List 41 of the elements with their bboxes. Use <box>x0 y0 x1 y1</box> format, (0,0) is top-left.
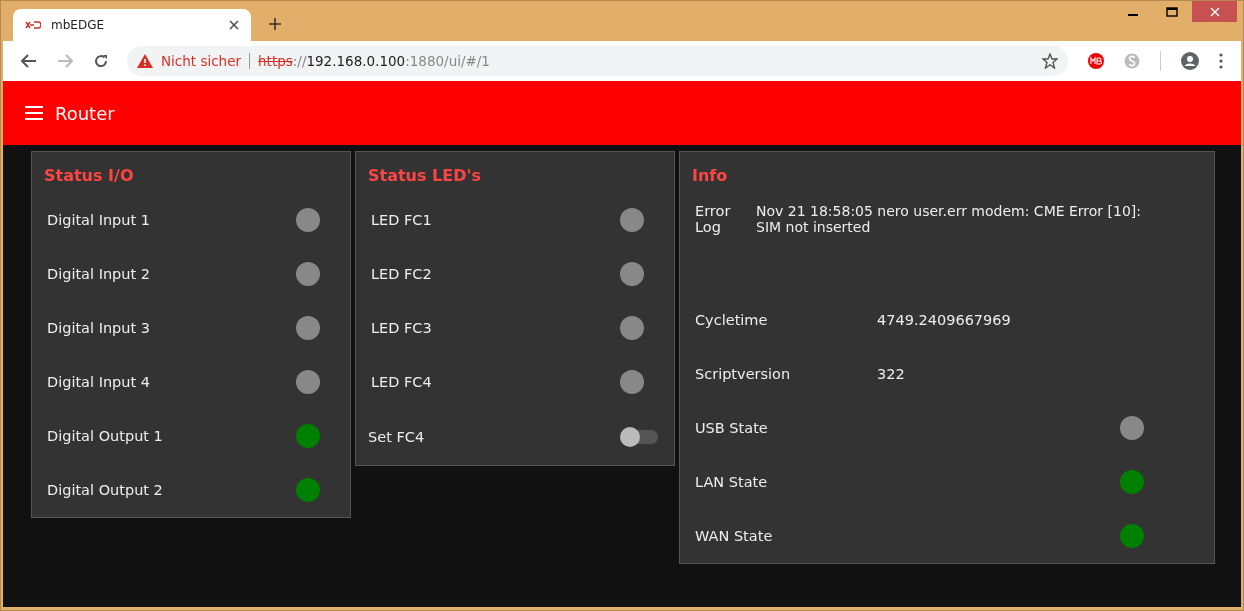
row-label: Cycletime <box>695 312 769 328</box>
close-icon <box>1209 6 1220 17</box>
row-label: Error Log <box>695 203 732 235</box>
card-title: Info <box>691 165 729 187</box>
row-label: LED FC4 <box>371 374 432 390</box>
row-label: LAN State <box>695 474 768 490</box>
card-title: Status LED's <box>367 165 482 187</box>
star-icon[interactable] <box>1042 53 1058 69</box>
card-title: Status I/O <box>43 165 135 187</box>
row-label: Scriptversion <box>695 366 792 382</box>
header-title: Router <box>55 102 115 124</box>
row-label: LED FC1 <box>371 212 432 228</box>
maximize-icon[interactable] <box>1166 7 1178 17</box>
row-label: LED FC3 <box>371 320 432 336</box>
warning-icon <box>137 54 153 68</box>
new-tab-icon[interactable] <box>269 18 281 30</box>
back-icon[interactable] <box>21 54 37 68</box>
row-label: Digital Input 4 <box>47 374 150 390</box>
extension-icon[interactable] <box>1088 53 1104 69</box>
more-menu-icon[interactable] <box>1219 53 1223 69</box>
row-label: Digital Input 2 <box>47 266 150 282</box>
tab-title: mbEDGE <box>51 18 105 32</box>
row-label: LED FC2 <box>371 266 432 282</box>
row-label: Digital Output 1 <box>47 428 163 444</box>
row-label: Set FC4 <box>368 429 425 445</box>
row-label: WAN State <box>695 528 773 544</box>
toggle-switch[interactable] <box>622 430 658 444</box>
row-value: 4749.2409667969 <box>877 312 1011 328</box>
row-label: Digital Output 2 <box>47 482 163 498</box>
browser-tab[interactable]: mbEDGE <box>13 9 251 41</box>
row-label: Digital Input 1 <box>47 212 150 228</box>
reload-icon[interactable] <box>93 53 109 69</box>
row-label: USB State <box>695 420 768 436</box>
row-label: Digital Input 3 <box>47 320 150 336</box>
row-value: 322 <box>877 366 905 382</box>
log-text: Nov 21 18:58:05 nero user.err modem: CME Error [10]: SIM not inserted <box>756 203 1143 235</box>
menu-icon[interactable] <box>25 106 43 120</box>
address-bar[interactable]: Nicht sicher https://192.168.0.100:1880/ui/#/1 <box>127 46 1068 76</box>
account-icon[interactable] <box>1181 52 1199 70</box>
close-icon[interactable] <box>229 20 239 30</box>
network-plug-icon <box>25 19 41 31</box>
